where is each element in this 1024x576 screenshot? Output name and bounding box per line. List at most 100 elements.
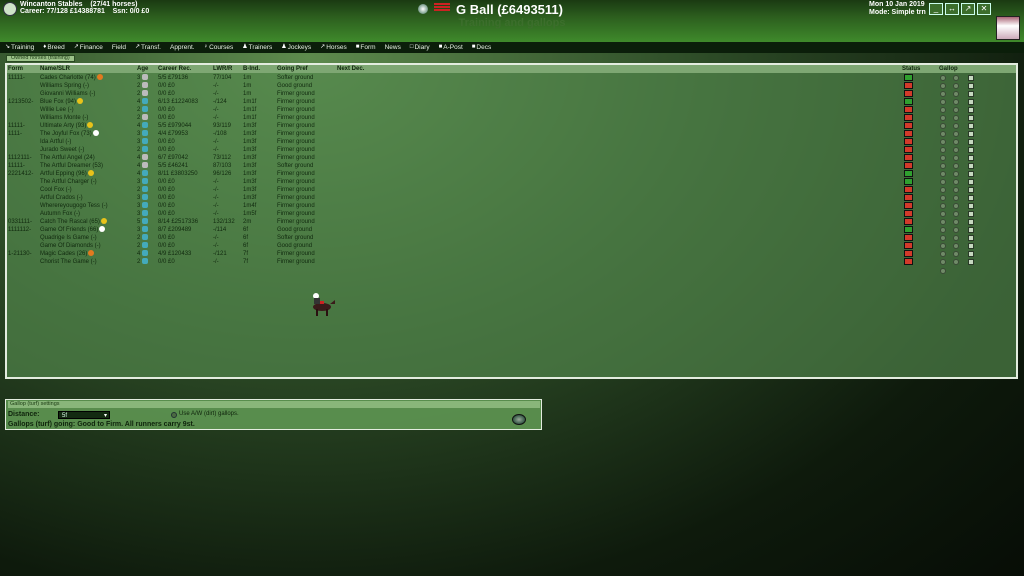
- gallop-checkbox[interactable]: [968, 155, 974, 161]
- cell-name[interactable]: Ultimate Arty (93): [40, 122, 94, 130]
- cell-name[interactable]: The Artful Angel (24): [40, 154, 95, 162]
- cell-name[interactable]: Cades Charlotte (74): [40, 74, 103, 82]
- gallop-checkbox[interactable]: [968, 139, 974, 145]
- cell-name[interactable]: Quadrige Is Game (-): [40, 234, 97, 242]
- gallop-checkbox[interactable]: [968, 195, 974, 201]
- gallop-checkbox[interactable]: [968, 115, 974, 121]
- gallop-checkbox[interactable]: [968, 211, 974, 217]
- table-row[interactable]: Jurado Sweet (-) 2 0/0 £0 -/- 1m3f Firmer gro…: [7, 146, 1016, 154]
- col-nextdec[interactable]: Next Dec.: [337, 65, 364, 73]
- gallop-option-radio[interactable]: [940, 83, 946, 89]
- gallop-option-radio[interactable]: [940, 211, 946, 217]
- gallop-option-radio[interactable]: [953, 251, 959, 257]
- gallop-option-radio[interactable]: [953, 179, 959, 185]
- gallop-checkbox[interactable]: [968, 83, 974, 89]
- cell-name[interactable]: Cool Fox (-): [40, 186, 72, 194]
- table-row[interactable]: 2221412- Artful Epping (96) 4 8/11 £3803250…: [7, 170, 1016, 178]
- gallop-option-radio[interactable]: [940, 147, 946, 153]
- gallop-option-radio[interactable]: [953, 107, 959, 113]
- cell-name[interactable]: Game Of Diamonds (-): [40, 242, 101, 250]
- aw-gallops-radio[interactable]: [171, 412, 177, 418]
- table-row[interactable]: Giovanni Williams (-) 2 0/0 £0 -/- 1m Firmer …: [7, 90, 1016, 98]
- gallop-option-radio[interactable]: [953, 123, 959, 129]
- cell-name[interactable]: Williams Monte (-): [40, 114, 88, 122]
- gallop-option-radio[interactable]: [953, 75, 959, 81]
- gallop-option-radio[interactable]: [940, 251, 946, 257]
- table-row[interactable]: Willie Lee (-) 2 0/0 £0 -/- 1m1f Firmer groun…: [7, 106, 1016, 114]
- gallop-option-radio[interactable]: [940, 219, 946, 225]
- table-row[interactable]: Ida Artful (-) 3 0/0 £0 -/- 1m3f Firmer groun…: [7, 138, 1016, 146]
- nav-item-training[interactable]: ↘ Training: [2, 43, 37, 52]
- nav-item-trainers[interactable]: ♟ Trainers: [239, 43, 275, 52]
- status-rest-icon[interactable]: [904, 146, 913, 153]
- gallop-option-radio[interactable]: [953, 115, 959, 121]
- status-fit-icon[interactable]: [904, 170, 913, 177]
- gallop-option-radio[interactable]: [940, 163, 946, 169]
- gallop-option-radio[interactable]: [940, 227, 946, 233]
- gallop-option-radio[interactable]: [940, 139, 946, 145]
- status-rest-icon[interactable]: [904, 122, 913, 129]
- resize-button[interactable]: ↔: [945, 3, 959, 15]
- status-rest-icon[interactable]: [904, 202, 913, 209]
- nav-item-horses[interactable]: ↗ Horses: [317, 43, 350, 52]
- gallop-option-radio[interactable]: [953, 219, 959, 225]
- nav-item-form[interactable]: ■ Form: [353, 43, 379, 52]
- cell-name[interactable]: Artful Epping (96): [40, 170, 94, 178]
- gallop-checkbox[interactable]: [968, 171, 974, 177]
- col-gallop[interactable]: Gallop: [939, 65, 958, 73]
- gallop-checkbox[interactable]: [968, 99, 974, 105]
- cell-name[interactable]: Blue Fox (94): [40, 98, 84, 106]
- table-row[interactable]: 11111- Cades Charlotte (74) 3 5/5 £79136 77/…: [7, 74, 1016, 82]
- gallop-option-radio[interactable]: [940, 203, 946, 209]
- gallop-option-radio[interactable]: [953, 235, 959, 241]
- distance-select[interactable]: 5f: [58, 411, 110, 420]
- col-lwr[interactable]: LWR/R: [213, 65, 232, 73]
- status-rest-icon[interactable]: [904, 106, 913, 113]
- table-row[interactable]: 1-21130- Magic Cades (26) 4 4/9 £120433 -/12…: [7, 250, 1016, 258]
- table-row[interactable]: Chorist The Game (-) 2 0/0 £0 -/- 7f Firmer g…: [7, 258, 1016, 266]
- gallop-option-radio[interactable]: [940, 179, 946, 185]
- gallop-checkbox[interactable]: [968, 187, 974, 193]
- table-row[interactable]: 1112111- The Artful Angel (24) 4 6/7 £97042…: [7, 154, 1016, 162]
- status-rest-icon[interactable]: [904, 162, 913, 169]
- gallop-option-radio[interactable]: [953, 83, 959, 89]
- minimize-button[interactable]: _: [929, 3, 943, 15]
- gallop-checkbox[interactable]: [968, 75, 974, 81]
- gallop-checkbox[interactable]: [968, 123, 974, 129]
- status-rest-icon[interactable]: [904, 90, 913, 97]
- status-rest-icon[interactable]: [904, 218, 913, 225]
- gallop-checkbox[interactable]: [968, 243, 974, 249]
- table-row[interactable]: Quadrige Is Game (-) 2 0/0 £0 -/- 6f Softer g…: [7, 234, 1016, 242]
- gallop-option-radio[interactable]: [940, 187, 946, 193]
- status-fit-icon[interactable]: [904, 226, 913, 233]
- gallop-option-radio[interactable]: [953, 131, 959, 137]
- cell-name[interactable]: The Joyful Fox (73): [40, 130, 99, 138]
- cell-name[interactable]: Chorist The Game (-): [40, 258, 97, 266]
- status-fit-icon[interactable]: [904, 178, 913, 185]
- cell-name[interactable]: The Artful Dreamer (53): [40, 162, 103, 170]
- status-rest-icon[interactable]: [904, 250, 913, 257]
- gallop-checkbox[interactable]: [968, 179, 974, 185]
- gallop-checkbox[interactable]: [968, 219, 974, 225]
- gallop-checkbox[interactable]: [968, 203, 974, 209]
- gallop-option-radio[interactable]: [953, 195, 959, 201]
- nav-item-decs[interactable]: ■ Decs: [469, 43, 494, 52]
- tab-owned-horses[interactable]: Owned horses (training): [6, 55, 75, 62]
- gallop-option-radio[interactable]: [940, 75, 946, 81]
- status-rest-icon[interactable]: [904, 82, 913, 89]
- cell-name[interactable]: Williams Spring (-): [40, 82, 89, 90]
- gallop-option-radio[interactable]: [953, 139, 959, 145]
- nav-item-transf[interactable]: ↗ Transf.: [132, 43, 164, 52]
- table-row[interactable]: 11111- Ultimate Arty (93) 4 5/5 £979044 93/1…: [7, 122, 1016, 130]
- gallop-option-radio[interactable]: [940, 115, 946, 121]
- col-career[interactable]: Career Rec.: [158, 65, 191, 73]
- gallop-option-radio[interactable]: [940, 235, 946, 241]
- nav-item-news[interactable]: News: [382, 43, 404, 52]
- col-status[interactable]: Status: [902, 65, 920, 73]
- nav-item-breed[interactable]: ♦ Breed: [40, 43, 67, 52]
- gallop-checkbox[interactable]: [968, 227, 974, 233]
- col-going[interactable]: Going Pref: [277, 65, 308, 73]
- status-rest-icon[interactable]: [904, 242, 913, 249]
- status-rest-icon[interactable]: [904, 194, 913, 201]
- cell-name[interactable]: Game Of Friends (66): [40, 226, 106, 234]
